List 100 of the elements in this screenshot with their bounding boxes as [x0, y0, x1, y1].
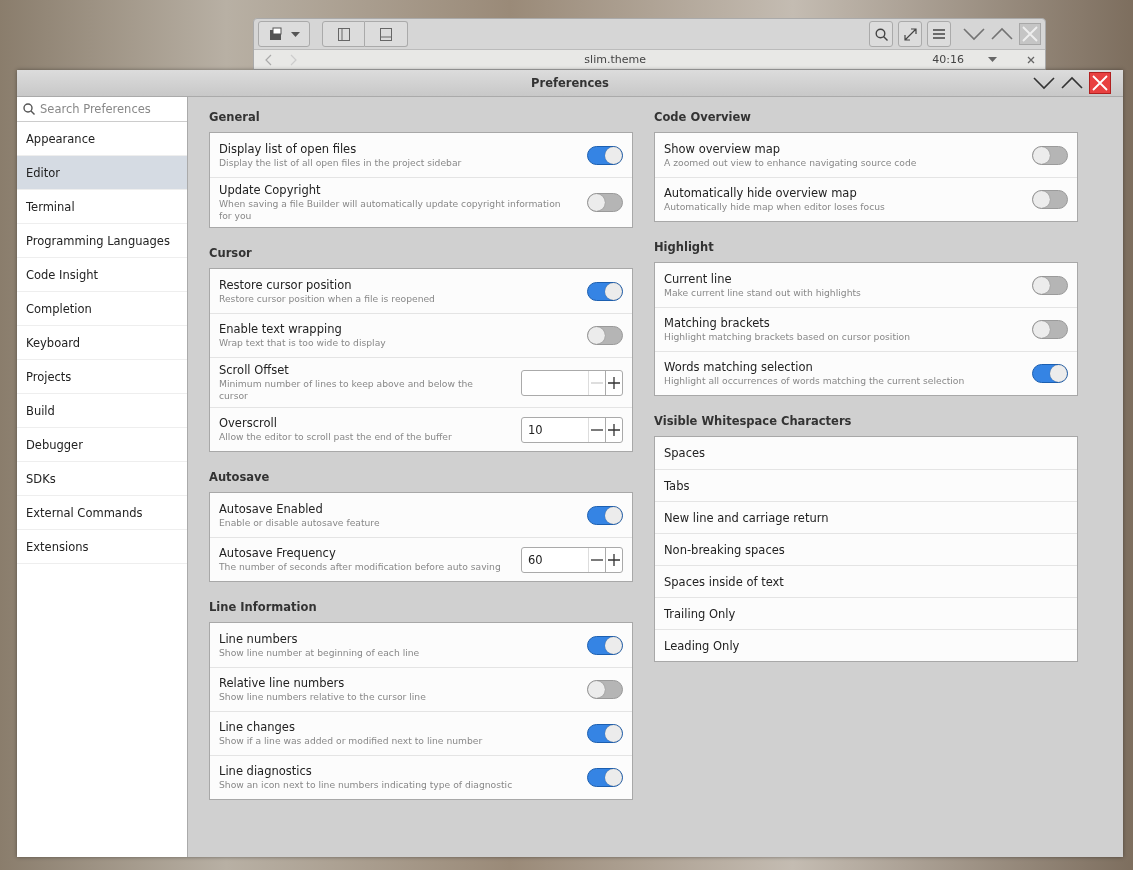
sidebar-item[interactable]: Editor	[17, 156, 187, 190]
whitespace-option[interactable]: Trailing Only	[655, 597, 1077, 629]
sidebar-item[interactable]: External Commands	[17, 496, 187, 530]
toggle-switch[interactable]	[587, 281, 623, 301]
toggle-switch[interactable]	[587, 724, 623, 743]
toggle-switch[interactable]	[1032, 145, 1068, 165]
section-heading: Code Overview	[654, 110, 752, 124]
maximize-icon[interactable]	[1061, 76, 1083, 90]
setting-title: Autosave Frequency	[219, 546, 337, 560]
toggle-switch[interactable]	[587, 505, 623, 525]
section-heading: General	[209, 110, 261, 124]
bottom-panel-icon	[380, 27, 392, 41]
file-name: slim.theme	[583, 53, 647, 66]
spin-button[interactable]: 10	[521, 416, 623, 443]
section-heading: Autosave	[209, 470, 271, 484]
setting-description: Enable or disable autosave feature	[219, 516, 381, 529]
setting-description: Show if a line was added or modified next to line number	[219, 735, 484, 747]
number-field[interactable]: 60	[522, 547, 588, 572]
close-icon[interactable]	[1027, 55, 1035, 64]
close-icon[interactable]	[1089, 72, 1111, 94]
minimize-icon[interactable]	[1033, 76, 1055, 90]
sidebar-item[interactable]: Programming Languages	[17, 224, 187, 258]
toggle-switch[interactable]	[1032, 275, 1068, 295]
bottom-panel-button[interactable]	[365, 21, 408, 47]
window-title: Preferences	[530, 76, 610, 90]
left-panel-button[interactable]	[322, 21, 365, 47]
toggle-switch[interactable]	[1032, 320, 1068, 339]
document-icon	[268, 27, 285, 41]
setting-title: Update Copyright	[219, 183, 322, 197]
setting-description: Show line numbers relative to the cursor line	[219, 691, 427, 703]
setting-description: Automatically hide map when editor loses focus	[664, 201, 886, 213]
toggle-switch[interactable]	[587, 326, 623, 345]
setting-description: Allow the editor to scroll past the end of the buffer	[219, 431, 453, 443]
dropdown-arrow-icon[interactable]	[988, 57, 997, 62]
setting-description: Display the list of all open files in the project sidebar	[219, 156, 463, 169]
setting-title: Words matching selection	[664, 360, 814, 374]
plus-icon[interactable]	[608, 376, 620, 389]
search-icon	[23, 103, 35, 115]
plus-icon[interactable]	[608, 423, 620, 436]
sidebar-item[interactable]: Extensions	[17, 530, 187, 564]
toggle-switch[interactable]	[587, 635, 623, 655]
toggle-switch[interactable]	[1032, 364, 1068, 383]
spin-button[interactable]: 60	[521, 546, 623, 573]
toggle-switch[interactable]	[1032, 190, 1068, 209]
setting-description: Make current line stand out with highlights	[664, 286, 862, 299]
setting-title: Overscroll	[219, 416, 278, 430]
toggle-switch[interactable]	[587, 145, 623, 165]
whitespace-option[interactable]: New line and carriage return	[655, 501, 1077, 533]
setting-title: Line changes	[219, 720, 296, 734]
setting-description: Highlight all occurrences of words matching the current selection	[664, 375, 966, 387]
setting-title: Matching brackets	[664, 316, 771, 330]
sidebar-item[interactable]: Completion	[17, 292, 187, 326]
setting-title: Show overview map	[664, 141, 782, 156]
toggle-switch[interactable]	[587, 680, 623, 699]
setting-description: Highlight matching brackets based on cursor position	[664, 331, 911, 343]
plus-icon[interactable]	[608, 553, 620, 566]
setting-title: Display list of open files	[219, 141, 358, 156]
setting-title: Relative line numbers	[219, 676, 346, 690]
menu-icon	[933, 29, 945, 39]
sidebar-item[interactable]: Debugger	[17, 428, 187, 462]
whitespace-option[interactable]: Non-breaking spaces	[655, 533, 1077, 565]
setting-title: Line diagnostics	[219, 764, 313, 778]
dropdown-arrow-icon	[290, 31, 300, 37]
fullscreen-button[interactable]	[898, 21, 922, 47]
number-field[interactable]: 10	[522, 417, 588, 442]
open-file-button[interactable]	[258, 21, 310, 47]
whitespace-option[interactable]: Spaces	[655, 437, 1077, 469]
section-heading: Highlight	[654, 240, 715, 254]
sidebar-item[interactable]: SDKs	[17, 462, 187, 496]
sidebar-item[interactable]: Terminal	[17, 190, 187, 224]
menu-button[interactable]	[927, 21, 951, 47]
cursor-position: 40:16	[932, 53, 964, 66]
setting-title: Autosave Enabled	[219, 501, 324, 516]
whitespace-option[interactable]: Spaces inside of text	[655, 565, 1077, 597]
setting-title: Enable text wrapping	[219, 322, 343, 336]
toggle-switch[interactable]	[587, 193, 623, 212]
setting-title: Line numbers	[219, 631, 299, 646]
sidebar-icon	[337, 27, 350, 41]
whitespace-option[interactable]: Tabs	[655, 469, 1077, 501]
setting-description: Wrap text that is too wide to display	[219, 337, 387, 349]
expand-icon	[903, 27, 917, 41]
section-heading: Visible Whitespace Characters	[654, 414, 853, 428]
search-icon	[874, 27, 888, 41]
setting-description: Minimum number of lines to keep above and below the cursor	[219, 378, 474, 402]
setting-description: The number of seconds after modification before auto saving	[219, 561, 501, 573]
setting-title: Scroll Offset	[219, 363, 290, 377]
setting-title: Current line	[664, 271, 733, 286]
setting-description: Restore cursor position when a file is reopened	[219, 292, 436, 305]
sidebar-item[interactable]: Code Insight	[17, 258, 187, 292]
setting-description: When saving a file Builder will automatically update copyright information for you	[219, 198, 562, 222]
toggle-switch[interactable]	[587, 768, 623, 787]
setting-description: Show an icon next to line numbers indicating type of diagnostic	[219, 779, 514, 791]
setting-title: Automatically hide overview map	[664, 186, 858, 200]
search-button[interactable]	[869, 21, 893, 47]
sidebar-item[interactable]: Build	[17, 394, 187, 428]
whitespace-option[interactable]: Leading Only	[655, 629, 1077, 661]
setting-description: Show line number at beginning of each line	[219, 646, 421, 659]
setting-title: Restore cursor position	[219, 277, 353, 292]
sidebar-item[interactable]: Keyboard	[17, 326, 187, 360]
sidebar-item[interactable]: Projects	[17, 360, 187, 394]
